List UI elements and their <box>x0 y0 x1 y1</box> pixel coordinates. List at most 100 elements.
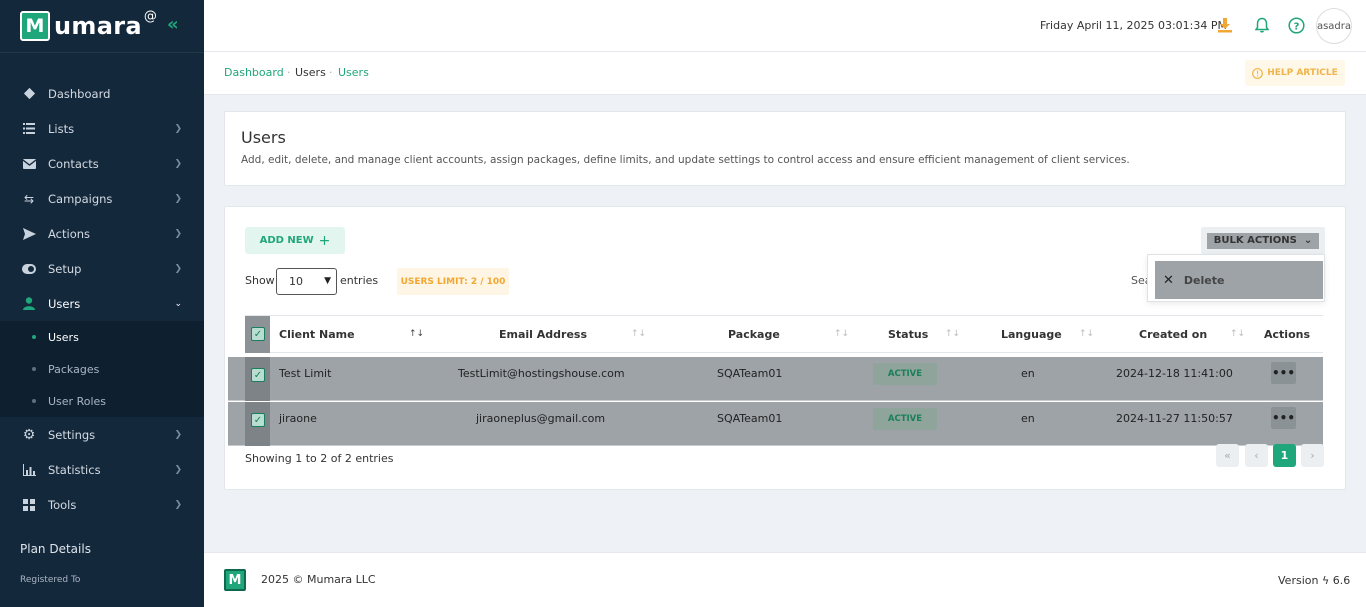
sidebar-subitem-label: User Roles <box>48 394 107 408</box>
sidebar-item-label: Contacts <box>48 156 99 171</box>
entries-select-value: 10 <box>289 275 303 288</box>
select-all-checkbox[interactable]: ✓ <box>251 327 265 341</box>
sidebar-subitem-packages[interactable]: Packages <box>0 353 204 385</box>
download-icon[interactable] <box>1215 15 1235 35</box>
sidebar-item-label: Dashboard <box>48 86 111 101</box>
prev-page-button[interactable]: ‹ <box>1245 444 1268 467</box>
chevron-right-icon: ❯ <box>174 263 182 274</box>
chevron-right-icon: ❯ <box>174 228 182 239</box>
sort-icon[interactable]: ↑↓ <box>409 329 424 339</box>
bulk-delete-option[interactable]: ✕ Delete <box>1155 261 1323 299</box>
sidebar-subitem-user-roles[interactable]: User Roles <box>0 385 204 417</box>
bulk-actions-menu: ✕ Delete <box>1147 254 1325 302</box>
version-info: Version ϟ 6.6 <box>1278 574 1350 587</box>
cell-email: jiraoneplus@gmail.com <box>476 412 606 425</box>
column-header-client-name[interactable]: Client Name <box>279 328 355 341</box>
status-badge: ACTIVE <box>873 408 937 430</box>
swap-arrows-icon: ⇆ <box>23 191 35 206</box>
row-checkbox[interactable]: ✓ <box>251 368 265 382</box>
sort-icon[interactable]: ↑↓ <box>1079 329 1094 339</box>
version-number: 6.6 <box>1332 574 1351 587</box>
sidebar-item-statistics[interactable]: Statistics ❯ <box>0 452 204 487</box>
breadcrumb-bar: Dashboard · Users · Users HELP ARTICLE <box>204 52 1366 95</box>
help-circle-icon[interactable]: ? <box>1286 15 1306 35</box>
bell-icon[interactable] <box>1252 15 1272 35</box>
user-avatar[interactable]: asadra <box>1316 8 1352 44</box>
sidebar-item-label: Tools <box>48 497 77 512</box>
chevron-right-icon: ❯ <box>174 429 182 440</box>
row-actions-button[interactable]: ••• <box>1271 407 1296 429</box>
page-footer: M 2025 © Mumara LLC Version ϟ 6.6 <box>204 552 1366 607</box>
gear-icon: ⚙ <box>22 426 36 443</box>
copyright-text: 2025 © Mumara LLC <box>261 573 376 586</box>
sidebar-item-setup[interactable]: Setup ❯ <box>0 251 204 286</box>
column-header-email[interactable]: Email Address <box>499 328 587 341</box>
dashboard-icon <box>22 87 36 101</box>
sidebar-item-campaigns[interactable]: ⇆ Campaigns ❯ <box>0 181 204 216</box>
page-1-button[interactable]: 1 <box>1273 444 1296 467</box>
table-row[interactable]: ✓ jiraone jiraoneplus@gmail.com SQATeam0… <box>228 402 1323 446</box>
column-header-package[interactable]: Package <box>728 328 780 341</box>
users-submenu: Users Packages User Roles <box>0 321 204 417</box>
sidebar-item-label: Lists <box>48 121 75 136</box>
help-article-label: HELP ARTICLE <box>1267 68 1338 78</box>
bulk-actions-button[interactable]: BULK ACTIONS ⌄ <box>1201 227 1325 254</box>
cell-package: SQATeam01 <box>717 367 783 380</box>
cell-created-on: 2024-12-18 11:41:00 <box>1116 367 1233 380</box>
sort-icon[interactable]: ↑↓ <box>945 329 960 339</box>
sidebar-nav: Dashboard Lists ❯ Contacts ❯ ⇆ Campaigns… <box>0 76 204 522</box>
entries-select[interactable]: 10 ▼ <box>276 268 337 295</box>
sidebar-item-label: Campaigns <box>48 191 113 206</box>
sort-icon[interactable]: ↑↓ <box>631 329 646 339</box>
sidebar-item-dashboard[interactable]: Dashboard <box>0 76 204 111</box>
sidebar-item-users[interactable]: Users ⌄ <box>0 286 204 321</box>
first-page-button[interactable]: « <box>1216 444 1239 467</box>
chevron-right-icon: ❯ <box>174 499 182 510</box>
chevron-down-icon: ⌄ <box>1303 235 1313 246</box>
brand-logo[interactable]: M umara @ <box>20 9 157 42</box>
cell-client-name[interactable]: Test Limit <box>279 367 331 380</box>
row-actions-button[interactable]: ••• <box>1271 362 1296 384</box>
cell-language: en <box>1021 367 1035 380</box>
sidebar-item-tools[interactable]: Tools ❯ <box>0 487 204 522</box>
sidebar-item-settings[interactable]: ⚙ Settings ❯ <box>0 417 204 452</box>
cell-email: TestLimit@hostingshouse.com <box>458 367 625 380</box>
breadcrumb-dashboard[interactable]: Dashboard <box>224 66 284 79</box>
cell-client-name[interactable]: jiraone <box>279 412 317 425</box>
info-circle-icon <box>1252 67 1264 79</box>
cell-created-on: 2024-11-27 11:50:57 <box>1116 412 1233 425</box>
page-header-card: Users Add, edit, delete, and manage clie… <box>224 111 1346 186</box>
sidebar-item-contacts[interactable]: Contacts ❯ <box>0 146 204 181</box>
chevron-right-icon: ❯ <box>174 123 182 134</box>
column-header-status[interactable]: Status <box>888 328 928 341</box>
version-label: Version <box>1278 574 1319 587</box>
list-icon <box>22 122 36 136</box>
table-info: Showing 1 to 2 of 2 entries <box>245 452 393 465</box>
column-header-created-on[interactable]: Created on <box>1139 328 1207 341</box>
users-limit-badge: USERS LIMIT: 2 / 100 <box>397 268 509 295</box>
bullet-icon <box>32 399 36 403</box>
column-header-actions: Actions <box>1264 328 1310 341</box>
sidebar-subitem-users[interactable]: Users <box>0 321 204 353</box>
bulk-delete-label: Delete <box>1183 273 1225 287</box>
row-checkbox[interactable]: ✓ <box>251 413 265 427</box>
entries-label: entries <box>340 274 379 287</box>
current-datetime: Friday April 11, 2025 03:01:34 PM <box>1040 19 1227 32</box>
sidebar-subitem-label: Users <box>48 330 79 344</box>
sidebar-subitem-label: Packages <box>48 362 100 376</box>
sidebar-item-lists[interactable]: Lists ❯ <box>0 111 204 146</box>
add-new-button[interactable]: ADD NEW + <box>245 227 345 254</box>
sidebar-item-actions[interactable]: Actions ❯ <box>0 216 204 251</box>
table-row[interactable]: ✓ Test Limit TestLimit@hostingshouse.com… <box>228 357 1323 401</box>
chevron-down-icon: ⌄ <box>174 298 182 309</box>
collapse-sidebar-icon[interactable]: « <box>167 14 179 35</box>
sidebar-item-label: Actions <box>48 226 91 241</box>
column-header-language[interactable]: Language <box>1001 328 1062 341</box>
sort-icon[interactable]: ↑↓ <box>834 329 849 339</box>
breadcrumb-users-section[interactable]: Users <box>295 66 326 79</box>
sort-icon[interactable]: ↑↓ <box>1230 329 1245 339</box>
sidebar-item-label: Settings <box>48 427 96 442</box>
help-article-button[interactable]: HELP ARTICLE <box>1245 60 1345 86</box>
toggle-icon <box>22 262 36 276</box>
next-page-button[interactable]: › <box>1301 444 1324 467</box>
